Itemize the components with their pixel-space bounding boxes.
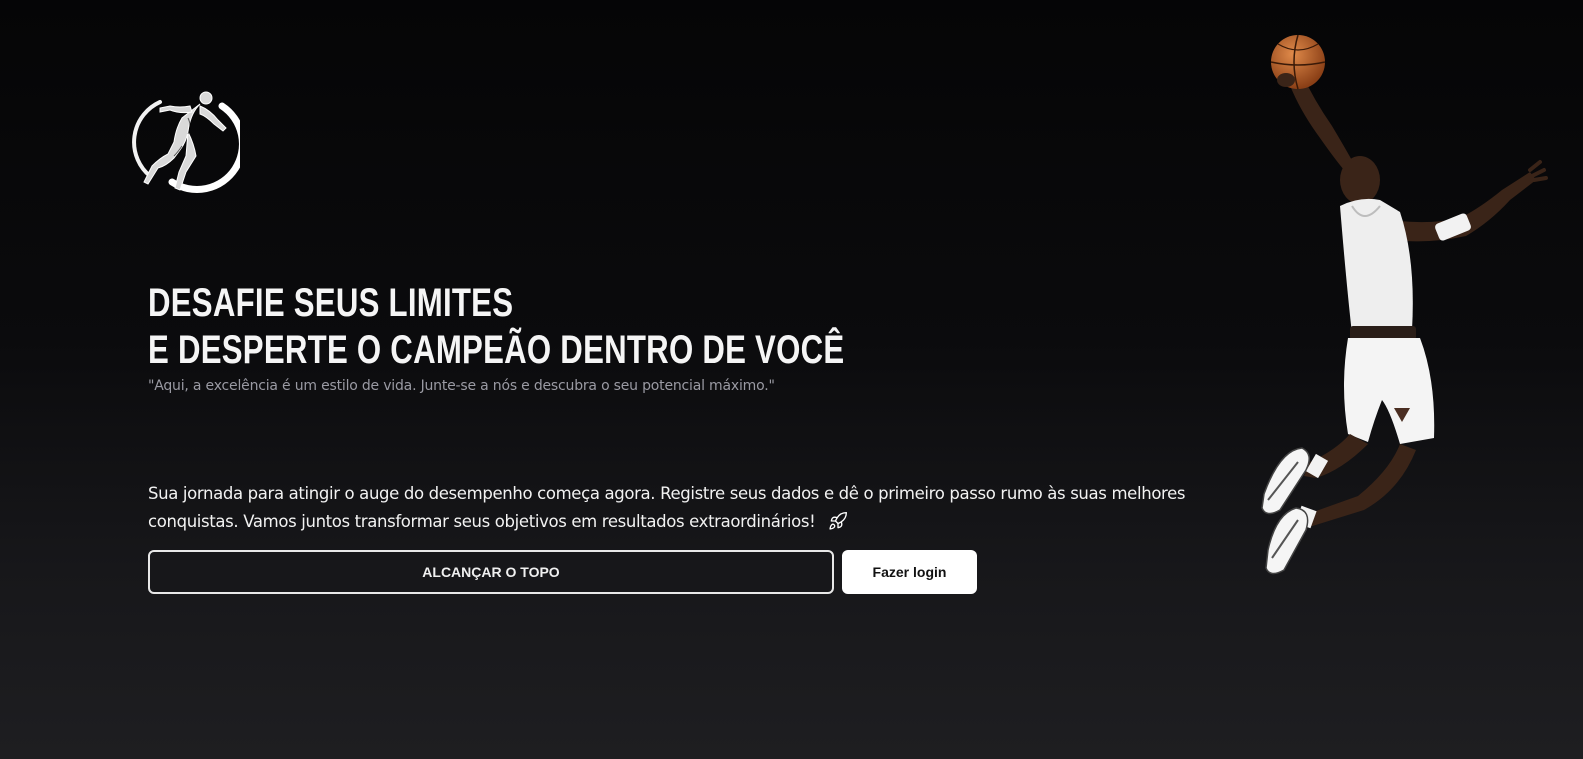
hero-headline: DESAFIE SEUS LIMITES E DESPERTE O CAMPEÃ… <box>148 280 844 374</box>
headline-line-1: DESAFIE SEUS LIMITES <box>148 281 514 325</box>
basketball-player-image <box>1261 34 1548 575</box>
hero-intro-text: Sua jornada para atingir o auge do desem… <box>148 484 1186 531</box>
headline-line-2: E DESPERTE O CAMPEÃO DENTRO DE VOCÊ <box>148 328 845 372</box>
rocket-icon <box>829 511 848 530</box>
login-button[interactable]: Fazer login <box>842 550 977 594</box>
running-athlete-logo <box>132 91 240 193</box>
reach-top-button[interactable]: ALCANÇAR O TOPO <box>148 550 834 594</box>
hero-quote: "Aqui, a excelência é um estilo de vida.… <box>148 378 775 394</box>
hero-intro: Sua jornada para atingir o auge do desem… <box>148 480 1208 536</box>
